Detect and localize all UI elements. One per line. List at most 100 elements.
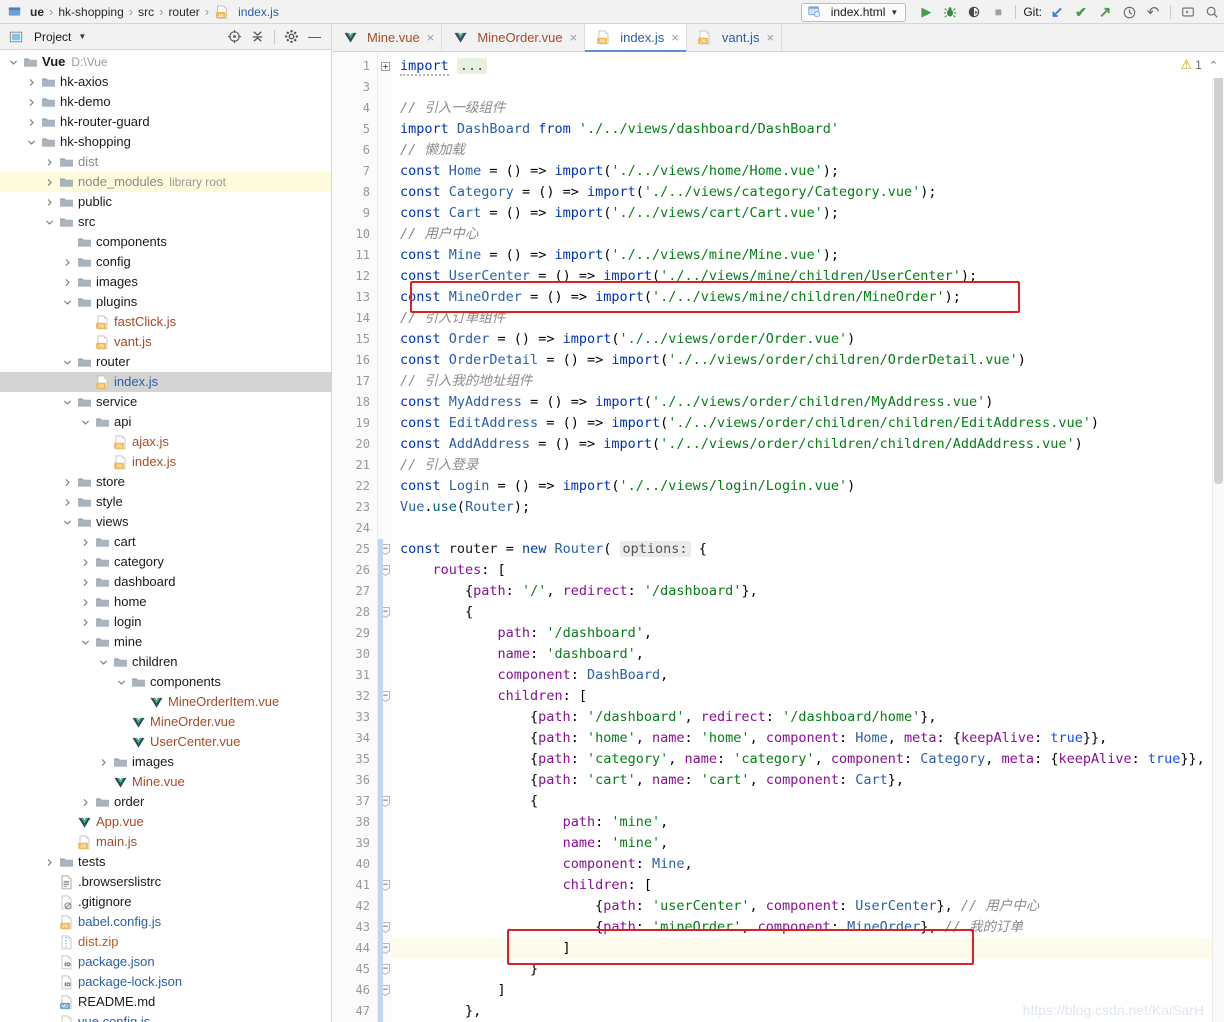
tree-node-login[interactable]: login <box>0 612 331 632</box>
code-line[interactable]: {path: 'cart', name: 'cart', component: … <box>392 770 1212 791</box>
chevron-right-icon[interactable] <box>44 197 55 208</box>
chevron-right-icon[interactable] <box>80 617 91 628</box>
run-button[interactable]: ▶ <box>914 1 938 23</box>
tree-node-views[interactable]: views <box>0 512 331 532</box>
chevron-down-icon[interactable] <box>44 217 55 228</box>
code-line[interactable]: const OrderDetail = () => import('./../v… <box>392 350 1212 371</box>
chevron-down-icon[interactable] <box>62 517 73 528</box>
chevron-right-icon[interactable] <box>44 857 55 868</box>
chevron-right-icon[interactable] <box>80 577 91 588</box>
chevron-right-icon[interactable] <box>98 757 109 768</box>
tree-node-hk-shopping[interactable]: hk-shopping <box>0 132 331 152</box>
breadcrumb-item-index-js[interactable]: JS index.js <box>210 4 283 20</box>
chevron-right-icon[interactable] <box>26 117 37 128</box>
chevron-down-icon[interactable] <box>80 637 91 648</box>
chevron-right-icon[interactable] <box>80 597 91 608</box>
close-icon[interactable]: × <box>427 30 435 45</box>
chevron-right-icon[interactable] <box>80 537 91 548</box>
code-line[interactable]: const AddAddress = () => import('./../vi… <box>392 434 1212 455</box>
chevron-right-icon[interactable] <box>26 97 37 108</box>
tree-node-config[interactable]: config <box>0 252 331 272</box>
tree-node-mine-vue[interactable]: Mine.vue <box>0 772 331 792</box>
code-line[interactable]: // 用户中心 <box>392 224 1212 245</box>
inspection-widget[interactable]: ⚠ 1 ⌃ <box>1180 52 1224 78</box>
debug-button[interactable] <box>938 1 962 23</box>
chevron-right-icon[interactable] <box>62 257 73 268</box>
code-line[interactable]: const Mine = () => import('./../views/mi… <box>392 245 1212 266</box>
tree-node-plugins[interactable]: plugins <box>0 292 331 312</box>
code-line[interactable]: name: 'mine', <box>392 833 1212 854</box>
git-history-button[interactable] <box>1117 1 1141 23</box>
code-line[interactable]: const UserCenter = () => import('./../vi… <box>392 266 1212 287</box>
tree-node-public[interactable]: public <box>0 192 331 212</box>
editor-right-strip[interactable] <box>1212 52 1224 1022</box>
code-line[interactable]: ] <box>392 938 1212 959</box>
code-line[interactable]: ] <box>392 980 1212 1001</box>
project-panel-title[interactable]: Project ▼ <box>8 29 86 45</box>
tree-node-store[interactable]: store <box>0 472 331 492</box>
tree-node-src[interactable]: src <box>0 212 331 232</box>
tree-node-vant-js[interactable]: JS vant.js <box>0 332 331 352</box>
git-commit-button[interactable]: ✔ <box>1069 1 1093 23</box>
tree-node-components[interactable]: components <box>0 672 331 692</box>
breadcrumb-item-router[interactable]: router <box>164 5 203 19</box>
chevron-down-icon[interactable] <box>116 677 127 688</box>
tree-node-vue-config-js[interactable]: JS vue.config.js <box>0 1012 331 1022</box>
chevron-down-icon[interactable] <box>62 397 73 408</box>
code-line[interactable]: {path: '/dashboard', redirect: '/dashboa… <box>392 707 1212 728</box>
tree-node-api[interactable]: api <box>0 412 331 432</box>
tree-node-images[interactable]: images <box>0 752 331 772</box>
tree-node-components[interactable]: components <box>0 232 331 252</box>
code-line[interactable]: // 懒加载 <box>392 140 1212 161</box>
tree-node-index-js[interactable]: JS index.js <box>0 372 331 392</box>
code-line[interactable]: const Category = () => import('./../view… <box>392 182 1212 203</box>
project-file-tree[interactable]: Vue D:\Vue hk-axios hk-demo hk-router-guard h… <box>0 50 331 1022</box>
code-line[interactable]: Vue.use(Router); <box>392 497 1212 518</box>
close-icon[interactable]: × <box>671 30 679 45</box>
tree-node-package-lock-json[interactable]: package-lock.json <box>0 972 331 992</box>
tree-node--browserslistrc[interactable]: .browserslistrc <box>0 872 331 892</box>
search-everywhere-icon[interactable] <box>1200 1 1224 23</box>
tree-node-hk-axios[interactable]: hk-axios <box>0 72 331 92</box>
editor-tab-mine-vue[interactable]: Mine.vue × <box>332 24 443 51</box>
collapse-all-icon[interactable] <box>247 27 268 47</box>
code-line[interactable]: } <box>392 959 1212 980</box>
run-with-coverage-button[interactable] <box>962 1 986 23</box>
settings-gear-icon[interactable] <box>281 27 302 47</box>
code-line[interactable]: {path: 'home', name: 'home', component: … <box>392 728 1212 749</box>
code-line[interactable]: import DashBoard from './../views/dashbo… <box>392 119 1212 140</box>
tree-node-dist[interactable]: dist <box>0 152 331 172</box>
tree-node-vue[interactable]: Vue D:\Vue <box>0 52 331 72</box>
code-line[interactable]: children: [ <box>392 875 1212 896</box>
code-content[interactable]: import ... // 引入一级组件 import DashBoard from… <box>392 52 1212 1022</box>
code-line[interactable]: import ... <box>392 56 1212 77</box>
code-line[interactable]: routes: [ <box>392 560 1212 581</box>
terminal-button[interactable] <box>1176 1 1200 23</box>
editor-tab-bar[interactable]: Mine.vue × MineOrder.vue × JS index.js × JS vant… <box>332 24 1224 52</box>
chevron-right-icon[interactable] <box>62 477 73 488</box>
breadcrumb-item-root[interactable]: ue <box>2 4 48 20</box>
chevron-right-icon[interactable] <box>44 177 55 188</box>
tree-node-package-json[interactable]: package.json <box>0 952 331 972</box>
chevron-right-icon[interactable] <box>62 497 73 508</box>
chevron-down-icon[interactable] <box>8 57 19 68</box>
code-line[interactable]: path: 'mine', <box>392 812 1212 833</box>
code-line[interactable]: {path: 'category', name: 'category', com… <box>392 749 1212 770</box>
code-line[interactable] <box>392 518 1212 539</box>
code-line[interactable]: const router = new Router( options: { <box>392 539 1212 560</box>
code-line[interactable]: { <box>392 791 1212 812</box>
tree-node-readme-md[interactable]: MD README.md <box>0 992 331 1012</box>
code-folding-gutter[interactable] <box>378 52 392 1022</box>
code-line[interactable] <box>392 77 1212 98</box>
chevron-down-icon[interactable] <box>62 297 73 308</box>
tree-node-babel-config-js[interactable]: JS babel.config.js <box>0 912 331 932</box>
code-line[interactable]: // 引入一级组件 <box>392 98 1212 119</box>
code-line[interactable]: const Login = () => import('./../views/l… <box>392 476 1212 497</box>
tree-node-children[interactable]: children <box>0 652 331 672</box>
code-line[interactable]: {path: 'mineOrder', component: MineOrder… <box>392 917 1212 938</box>
tree-node-usercenter-vue[interactable]: UserCenter.vue <box>0 732 331 752</box>
chevron-right-icon[interactable] <box>26 77 37 88</box>
breadcrumb-item-hk-shopping[interactable]: hk-shopping <box>54 5 127 19</box>
code-line[interactable]: const Cart = () => import('./../views/ca… <box>392 203 1212 224</box>
tree-node-hk-router-guard[interactable]: hk-router-guard <box>0 112 331 132</box>
